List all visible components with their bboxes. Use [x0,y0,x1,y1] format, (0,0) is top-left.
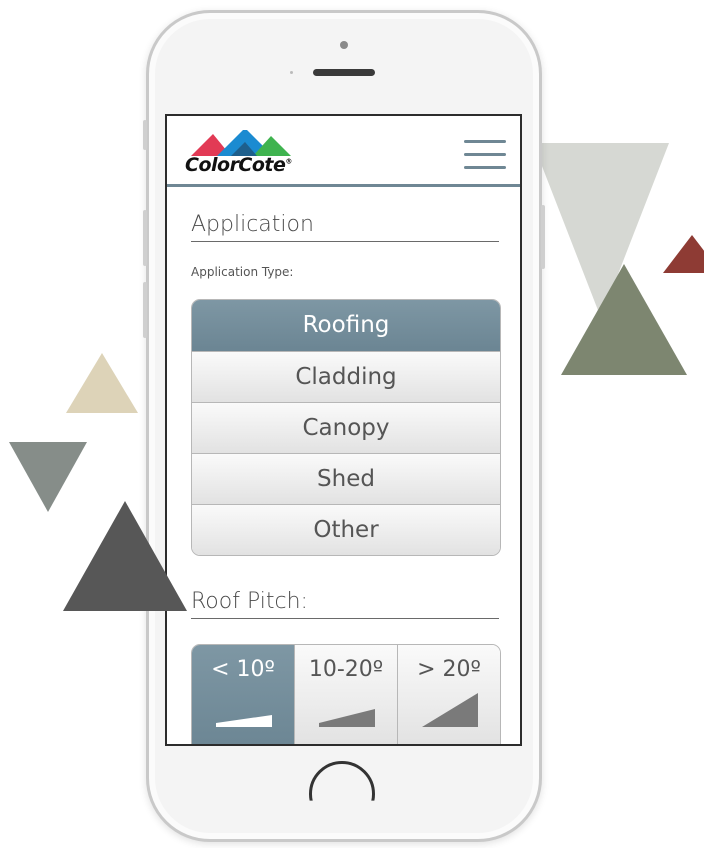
app-header: ColorCote® [167,116,520,187]
pitch-option-label: > 20º [417,657,481,682]
phone-volume-up [143,210,147,266]
app-screen: ColorCote® Application Application Type:… [165,114,522,746]
roof-pitch-selector: < 10º 10-20º > 20º [191,644,501,744]
application-option-roofing[interactable]: Roofing [192,300,500,351]
decorative-triangle-red [663,235,704,273]
phone-speaker [313,69,375,76]
application-option-canopy[interactable]: Canopy [192,402,500,453]
decorative-triangle-green [561,264,687,375]
logo-mountains-icon [191,130,291,156]
hamburger-menu-icon[interactable] [464,140,506,170]
logo-text: ColorCote® [185,154,292,176]
medium-slope-icon [319,709,375,727]
decorative-triangle-dark [63,501,187,611]
decorative-triangle-beige [66,353,138,413]
application-type-label: Application Type: [191,265,294,279]
phone-camera [340,41,348,49]
colorcote-logo[interactable]: ColorCote® [185,130,305,180]
application-option-shed[interactable]: Shed [192,453,500,504]
phone-mute-switch [143,120,147,150]
phone-power-button [541,205,545,269]
pitch-option-10-20[interactable]: 10-20º [294,645,397,744]
application-option-other[interactable]: Other [192,504,500,555]
application-heading: Application [191,212,499,242]
phone-volume-down [143,282,147,338]
pitch-option-label: < 10º [211,657,275,682]
application-type-list: Roofing Cladding Canopy Shed Other [191,299,501,556]
pitch-option-label: 10-20º [308,657,384,682]
roof-pitch-heading: Roof Pitch: [191,589,499,619]
application-option-cladding[interactable]: Cladding [192,351,500,402]
phone-sensor [290,71,293,74]
low-slope-icon [216,715,272,727]
steep-slope-icon [422,693,478,727]
pitch-option-over-20[interactable]: > 20º [397,645,500,744]
pitch-option-under-10[interactable]: < 10º [192,645,294,744]
